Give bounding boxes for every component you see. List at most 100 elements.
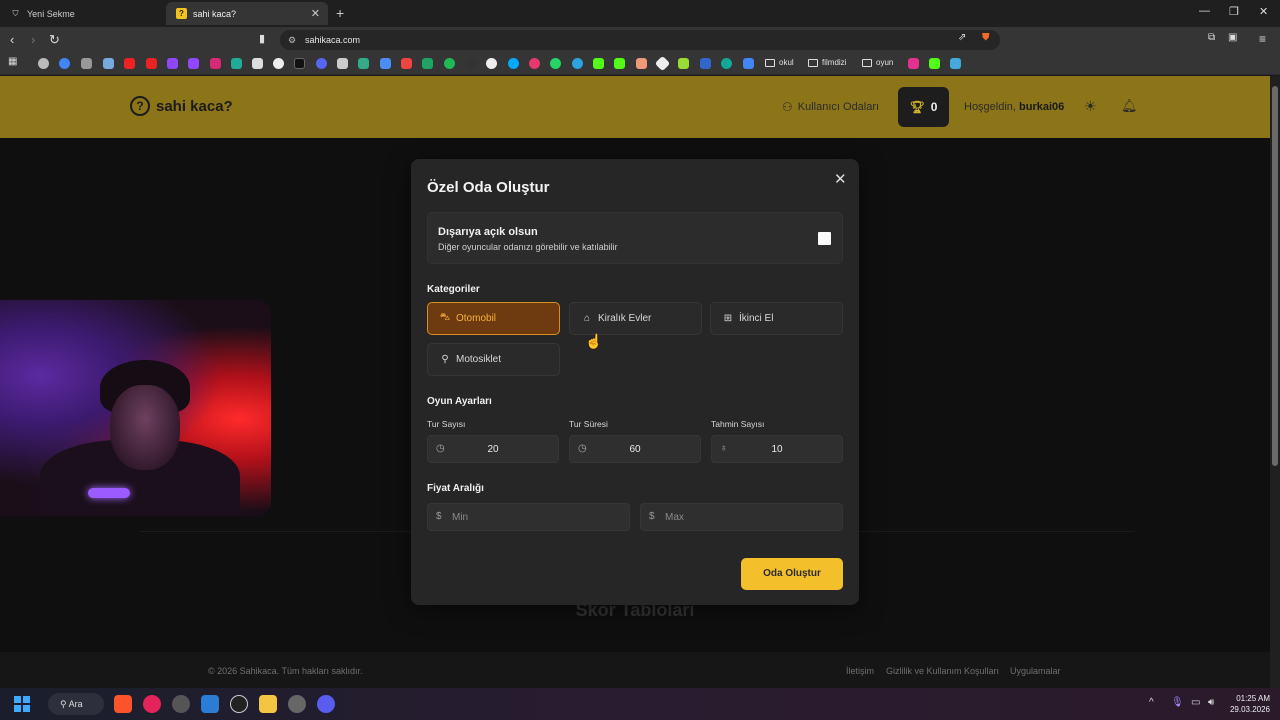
windows-start-icon[interactable]	[14, 696, 30, 712]
drive-icon[interactable]	[422, 58, 433, 69]
twitch-icon[interactable]	[167, 58, 178, 69]
close-tab-icon[interactable]: ✕	[311, 7, 320, 20]
bookmark-icon[interactable]	[358, 58, 369, 69]
category-ikinci-el[interactable]: ⊞ İkinci El	[710, 302, 843, 335]
score-badge[interactable]: 🏆︎ 0	[898, 87, 949, 127]
bookmark-folder-oyun[interactable]: oyun	[862, 58, 893, 67]
app-icon[interactable]	[172, 695, 190, 713]
create-room-button[interactable]: Oda Oluştur	[741, 558, 843, 590]
app-icon[interactable]	[317, 695, 335, 713]
modal-title: Özel Oda Oluştur	[427, 179, 550, 196]
instagram-icon[interactable]	[210, 58, 221, 69]
category-otomobil[interactable]: ⛍ Otomobil	[427, 302, 560, 335]
bookmark-icon[interactable]	[636, 58, 647, 69]
restore-icon[interactable]: ❐	[1229, 5, 1239, 18]
price-max-input[interactable]: $ Max	[640, 503, 843, 531]
bookmark-icon[interactable]	[273, 58, 284, 69]
category-label: Kiralık Evler	[598, 313, 652, 324]
public-toggle-card[interactable]: Dışarıya açık olsun Diğer oyuncular odan…	[427, 212, 843, 264]
category-motosiklet[interactable]: ⚲ Motosiklet	[427, 343, 560, 376]
guess-count-input[interactable]: ♁ 10	[711, 435, 843, 463]
google-icon[interactable]	[59, 58, 70, 69]
share-icon[interactable]: ⇗	[958, 32, 966, 43]
spotify-icon[interactable]	[444, 58, 455, 69]
bookmark-icon[interactable]	[231, 58, 242, 69]
menu-icon[interactable]: ≡	[1259, 32, 1266, 46]
media-player-icon[interactable]	[143, 695, 161, 713]
back-icon[interactable]: ‹	[10, 32, 14, 47]
whatsapp-icon[interactable]	[550, 58, 561, 69]
scroll-thumb[interactable]	[1272, 86, 1278, 466]
github-icon[interactable]	[486, 58, 497, 69]
discord-icon[interactable]	[316, 58, 327, 69]
mic-tray-icon[interactable]: 🎙︎	[1171, 697, 1184, 708]
site-logo[interactable]: ? sahi kaca?	[130, 96, 233, 116]
youtube-icon[interactable]	[146, 58, 157, 69]
username[interactable]: burkai06	[1019, 101, 1064, 113]
telegram-icon[interactable]	[572, 58, 583, 69]
url-field[interactable]: ⚙ sahikaca.com	[280, 30, 1000, 50]
round-duration-input[interactable]: ◷ 60	[569, 435, 701, 463]
tab-new-tab[interactable]: ⛉ Yeni Sekme	[0, 2, 165, 25]
gmail-icon[interactable]	[401, 58, 412, 69]
bookmark-icon[interactable]	[508, 58, 519, 69]
volume-icon[interactable]: 🔊︎	[1208, 697, 1214, 708]
kick-icon[interactable]	[614, 58, 625, 69]
extensions-icon[interactable]: ⧉	[1208, 32, 1215, 43]
minimize-icon[interactable]: —	[1199, 5, 1210, 17]
tab-sahikaca[interactable]: ? sahi kaca? ✕	[166, 2, 328, 25]
page-scrollbar[interactable]	[1270, 76, 1280, 688]
bookmark-icon[interactable]	[743, 58, 754, 69]
kick-icon[interactable]	[593, 58, 604, 69]
brave-shield-icon[interactable]: ⛊	[982, 32, 990, 43]
bookmark-icon[interactable]	[337, 58, 348, 69]
bookmark-icon[interactable]	[908, 58, 919, 69]
x-icon[interactable]	[252, 58, 263, 69]
notifications-bell-icon[interactable]: 🔔︎	[1121, 98, 1138, 114]
photos-icon[interactable]	[201, 695, 219, 713]
brave-app-icon[interactable]	[114, 695, 132, 713]
translate-icon[interactable]	[380, 58, 391, 69]
bookmark-icon[interactable]	[81, 58, 92, 69]
category-kiralik-evler[interactable]: ⌂ Kiralık Evler	[569, 302, 702, 335]
bookmark-icon[interactable]	[654, 55, 671, 72]
app-icon[interactable]	[288, 695, 306, 713]
sidebar-icon[interactable]: ▣	[1228, 32, 1237, 43]
history-icon[interactable]	[38, 58, 49, 69]
apps-grid-icon[interactable]: ▦	[8, 56, 19, 67]
bookmark-icon[interactable]	[465, 58, 476, 69]
network-icon[interactable]: ▭	[1191, 697, 1200, 708]
taskbar-search[interactable]: ⚲ Ara	[48, 693, 104, 715]
public-checkbox[interactable]	[818, 232, 831, 245]
kick-icon[interactable]	[929, 58, 940, 69]
clock[interactable]: 01:25 AM 29.03.2026	[1226, 693, 1270, 715]
bookmark-icon[interactable]	[529, 58, 540, 69]
footer-link-apps[interactable]: Uygulamalar	[1010, 666, 1061, 676]
round-count-input[interactable]: ◷ 20	[427, 435, 559, 463]
twitch-icon[interactable]	[188, 58, 199, 69]
close-modal-icon[interactable]: ✕	[834, 170, 847, 188]
bookmark-icon[interactable]	[950, 58, 961, 69]
bookmark-icon[interactable]	[103, 58, 114, 69]
footer-link-privacy[interactable]: Gizlilik ve Kullanım Koşulları	[886, 666, 999, 676]
tray-chevron-icon[interactable]: ^	[1149, 697, 1154, 708]
reload-icon[interactable]: ↻	[49, 32, 60, 48]
file-explorer-icon[interactable]	[259, 695, 277, 713]
new-tab-button[interactable]: +	[336, 5, 344, 21]
bookmark-icon[interactable]	[678, 58, 689, 69]
theme-toggle-sun-icon[interactable]: ☀	[1084, 98, 1097, 115]
youtube-icon[interactable]	[124, 58, 135, 69]
bookmark-folder-okul[interactable]: okul	[765, 58, 794, 67]
bookmark-icon[interactable]	[700, 58, 711, 69]
bookmark-icon[interactable]	[721, 58, 732, 69]
forward-icon[interactable]: ›	[31, 32, 35, 47]
bookmark-folder-filmdizi[interactable]: filmdizi	[808, 58, 846, 67]
window-close-icon[interactable]: ✕	[1259, 5, 1268, 18]
tiktok-icon[interactable]	[294, 58, 305, 69]
user-rooms-link[interactable]: ⚇ Kullanıcı Odaları	[782, 100, 879, 114]
app-icon[interactable]	[230, 695, 248, 713]
price-min-input[interactable]: $ Min	[427, 503, 630, 531]
bookmark-icon[interactable]: ▮	[259, 32, 265, 45]
footer-link-contact[interactable]: İletişim	[846, 666, 874, 676]
site-info-icon[interactable]: ⚙	[288, 30, 296, 50]
